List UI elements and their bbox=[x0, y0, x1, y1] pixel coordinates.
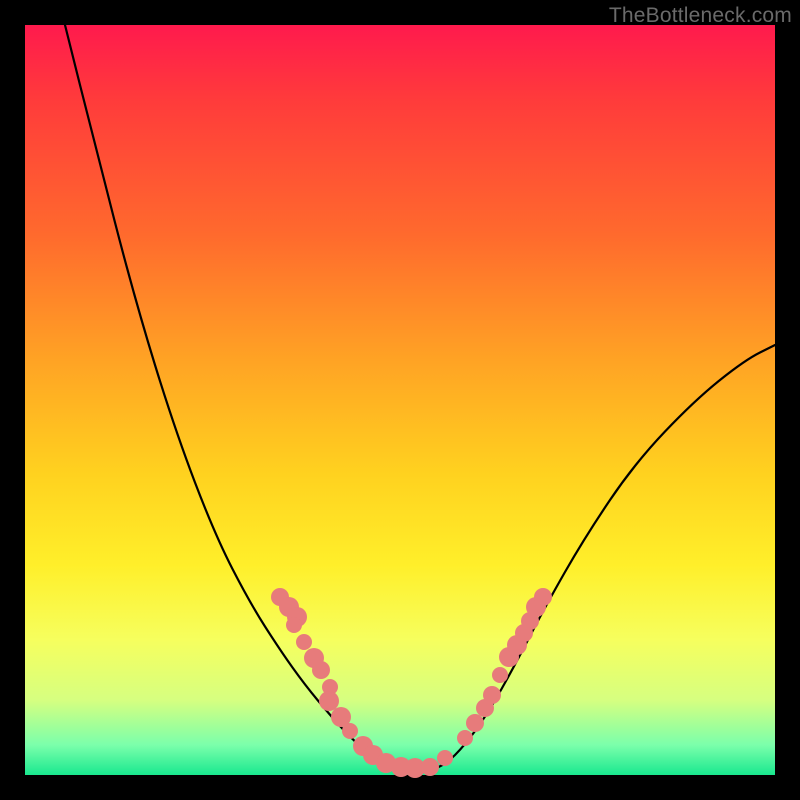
curve-left-curve bbox=[65, 25, 405, 773]
bead bbox=[457, 730, 473, 746]
bead bbox=[312, 661, 330, 679]
curve-group bbox=[65, 25, 775, 773]
bead bbox=[492, 667, 508, 683]
curve-right-curve bbox=[405, 345, 775, 773]
bead bbox=[421, 758, 439, 776]
chart-svg bbox=[25, 25, 775, 775]
bead bbox=[483, 686, 501, 704]
bead bbox=[296, 634, 312, 650]
bead-group bbox=[271, 588, 552, 778]
bead bbox=[534, 588, 552, 606]
bead bbox=[286, 617, 302, 633]
bead bbox=[342, 723, 358, 739]
bead bbox=[319, 691, 339, 711]
bead bbox=[466, 714, 484, 732]
bead bbox=[437, 750, 453, 766]
